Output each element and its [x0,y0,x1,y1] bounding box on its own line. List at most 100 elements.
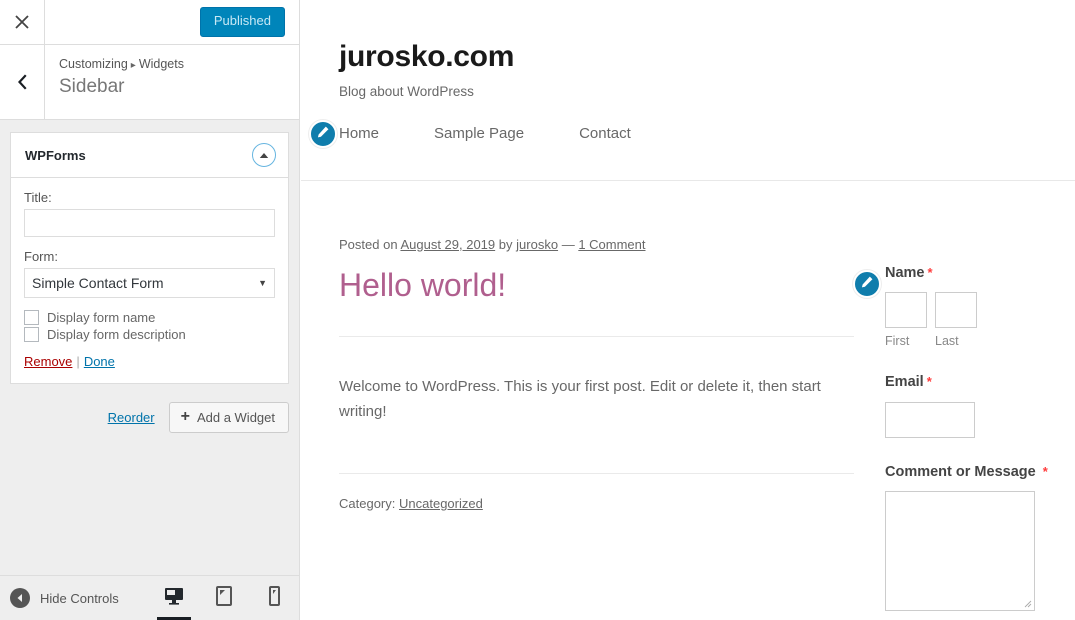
nav-item-contact[interactable]: Contact [579,125,631,142]
name-field-label-row: Name * [885,265,1075,282]
breadcrumb-root: Customizing [59,57,128,71]
desktop-icon [164,587,184,610]
widget-actions: Remove | Done [24,354,275,369]
device-desktop-button[interactable] [157,576,191,620]
post-footer-divider [339,472,854,474]
post-excerpt: Welcome to WordPress. This is your first… [339,378,821,421]
message-textarea[interactable] [885,491,1035,612]
widget-body: Title: Form: Simple Contact Form ▼ Displ… [11,178,288,383]
publish-button[interactable]: Published [199,7,285,37]
email-field-label-row: Email * [885,374,1075,391]
customizer-panel: Published Customizing▸Widgets Sidebar [0,0,300,620]
post-meta: Posted on August 29, 2019 by jurosko — 1… [339,235,854,255]
publish-area: Published [45,0,299,44]
remove-widget-link[interactable]: Remove [24,354,72,369]
name-inputs-row: First Last [885,292,1075,348]
form-field-message: Comment or Message * [885,464,1075,612]
done-link[interactable]: Done [84,354,115,369]
site-description: Blog about WordPress [339,83,474,99]
mobile-icon [268,585,280,611]
post-date-link[interactable]: August 29, 2019 [400,237,495,252]
breadcrumb: Customizing ▸ Widgets [59,56,299,72]
last-name-group: Last [935,292,977,348]
chevron-left-icon [16,74,28,90]
site-header: jurosko.com Blog about WordPress [301,0,1075,99]
field-title: Title: [24,190,275,237]
first-name-input[interactable] [885,292,927,329]
edit-widget-shortcut-button[interactable] [853,270,881,298]
widget-header[interactable]: WPForms [11,133,288,178]
close-x-icon [15,15,29,29]
post-article: Posted on August 29, 2019 by jurosko — 1… [339,235,854,511]
display-form-name-label: Display form name [47,310,156,325]
resize-grip-icon[interactable] [1024,600,1032,608]
site-title[interactable]: jurosko.com [339,40,1075,75]
breadcrumb-current: Widgets [138,57,184,71]
post-title-divider [339,336,854,338]
edit-site-title-shortcut-button[interactable] [309,120,337,148]
last-name-input[interactable] [935,292,977,329]
first-name-sublabel: First [885,334,910,349]
section-titles: Customizing ▸ Widgets Sidebar [45,45,299,119]
device-mobile-button[interactable] [261,576,287,620]
display-form-name-checkbox[interactable] [24,310,39,325]
form-field-label: Form: [24,249,58,264]
display-form-description-checkbox[interactable] [24,327,39,342]
site-navigation: Home Sample Page Contact [309,120,1075,148]
display-form-description-label: Display form description [47,327,186,342]
nav-item-sample-page[interactable]: Sample Page [434,125,524,142]
widget-collapse-toggle[interactable] [252,143,276,167]
email-field-label: Email [885,374,924,391]
site-preview: jurosko.com Blog about WordPress Home Sa… [301,0,1075,620]
email-input[interactable] [885,401,975,438]
widget-title: WPForms [25,147,86,163]
required-asterisk: * [1042,463,1048,479]
required-asterisk: * [927,265,933,280]
nav-item-home[interactable]: Home [339,125,379,142]
pencil-edit-icon [316,125,330,144]
device-tablet-button[interactable] [211,576,237,620]
reorder-link[interactable]: Reorder [108,410,155,425]
category-label: Category: [339,495,396,511]
customizer-controls-body: WPForms Title: Form: Simple Contact Form… [0,120,299,575]
action-separator: | [76,354,80,369]
page-title: Sidebar [59,76,125,98]
post-author-link[interactable]: jurosko [516,237,558,252]
form-field-email: Email * [885,374,1075,438]
message-field-label: Comment or Message [885,463,1036,480]
close-customizer-button[interactable] [0,0,45,44]
wordpress-customizer-screen: Published Customizing▸Widgets Sidebar [0,0,1075,620]
customizer-section-header: Customizing ▸ Widgets Sidebar [0,45,299,120]
hide-controls-button[interactable]: Hide Controls [10,588,119,608]
hide-controls-label: Hide Controls [40,590,119,606]
checkbox-display-form-description-row[interactable]: Display form description [24,327,275,342]
plus-icon: + [180,408,190,425]
name-field-label: Name [885,265,925,281]
checkbox-display-form-name-row[interactable]: Display form name [24,310,275,325]
category-link[interactable]: Uncategorized [399,496,483,511]
by-label: by [498,236,513,252]
pencil-edit-icon [860,275,874,294]
post-comments-link[interactable]: 1 Comment [578,237,645,252]
form-field-name: Name * First Last [885,265,1075,348]
breadcrumb-separator-icon: ▸ [130,60,136,71]
first-name-group: First [885,292,927,348]
posted-on-label: Posted on [339,236,398,252]
form-select-value: Simple Contact Form [32,275,164,291]
add-widget-button[interactable]: + Add a Widget [168,402,289,433]
tablet-icon [216,585,232,611]
caret-up-icon [259,146,269,164]
caret-left-circle-icon [10,588,30,608]
post-category: Category: Uncategorized [339,496,854,511]
field-form: Form: Simple Contact Form ▼ [24,249,275,298]
form-select-wrapper: Simple Contact Form ▼ [24,268,275,298]
sidebar-wpforms-widget: Name * First Last Email * Comment or Mes… [853,265,1075,612]
message-field-label-row: Comment or Message * [885,464,1050,481]
title-input[interactable] [24,209,275,237]
back-button[interactable] [0,45,45,119]
widget-tools: Reorder + Add a Widget [10,402,289,433]
post-title[interactable]: Hello world! [339,266,854,304]
widget-wpforms: WPForms Title: Form: Simple Contact Form… [10,132,289,384]
form-select[interactable]: Simple Contact Form [24,268,275,298]
customizer-top-bar: Published [0,0,299,45]
